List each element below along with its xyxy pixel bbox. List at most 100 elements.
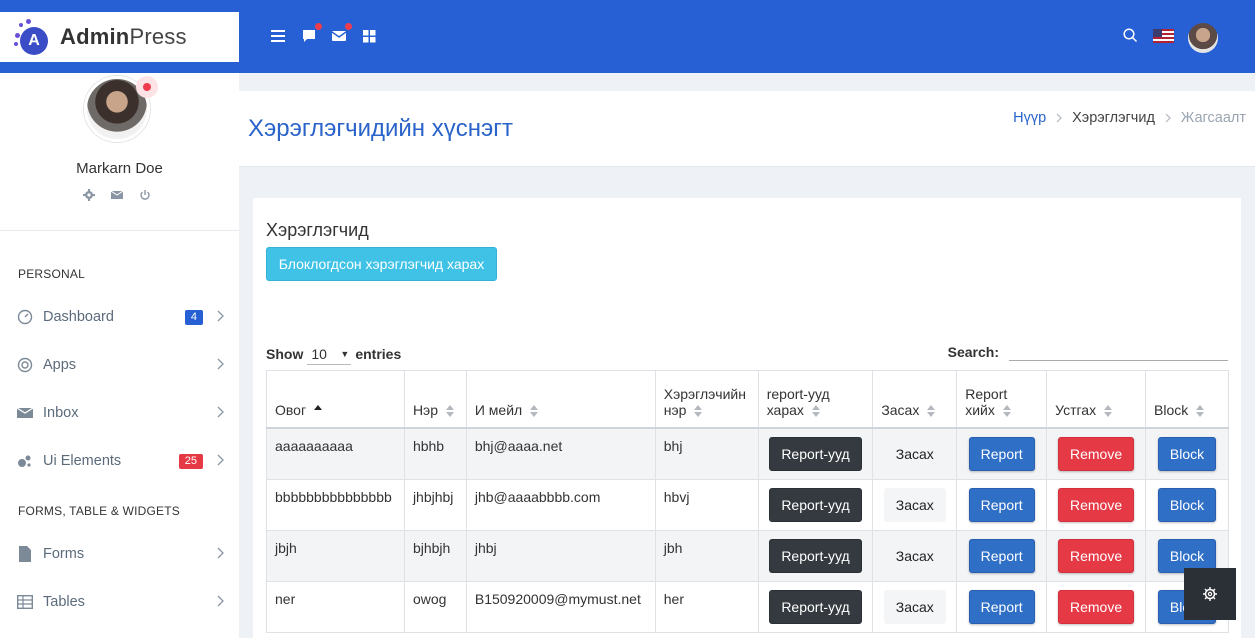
breadcrumb-users[interactable]: Хэрэглэгчид xyxy=(1072,110,1155,126)
logo-mark-icon: A xyxy=(14,19,50,55)
caret-down-icon: ▼ xyxy=(340,348,350,359)
sort-asc-icon xyxy=(314,404,323,417)
search-input[interactable] xyxy=(1009,343,1228,361)
sidebar-item-tables[interactable]: Tables xyxy=(0,582,239,622)
col-header-delete[interactable]: Устгах xyxy=(1046,370,1147,429)
remove-button[interactable]: Remove xyxy=(1058,487,1135,522)
page-titlebar: Хэрэглэгчидийн хүснэгт Нүүр Хэрэглэгчид … xyxy=(239,91,1255,167)
col-header-name[interactable]: Нэр xyxy=(403,370,467,429)
remove-button[interactable]: Remove xyxy=(1058,436,1135,471)
remove-button[interactable]: Remove xyxy=(1058,538,1135,573)
sort-icon xyxy=(1104,404,1113,417)
target-icon xyxy=(16,356,34,374)
cell-name: hbhb xyxy=(403,427,467,480)
sidebar-item-dashboard[interactable]: Dashboard 4 xyxy=(0,297,239,337)
sidebar-item-apps[interactable]: Apps xyxy=(0,345,239,385)
report-button[interactable]: Report xyxy=(968,538,1035,573)
nav-section-forms: FORMS, TABLE & WIDGETS xyxy=(18,504,180,518)
gear-icon xyxy=(1203,587,1217,601)
cell-username: bhj xyxy=(654,427,759,480)
view-reports-button[interactable]: Report-ууд xyxy=(769,538,862,573)
breadcrumb-list: Жагсаалт xyxy=(1180,110,1246,126)
report-button[interactable]: Report xyxy=(968,487,1035,522)
view-reports-button[interactable]: Report-ууд xyxy=(769,487,862,522)
report-button[interactable]: Report xyxy=(968,589,1035,624)
search-label: Search: xyxy=(947,344,999,360)
top-navbar: A AdminPress xyxy=(0,0,1255,73)
cell-email: jhbj xyxy=(465,529,656,582)
cell-lastname: ner xyxy=(266,580,405,633)
cell-lastname: bbbbbbbbbbbbbbb xyxy=(266,478,405,531)
profile-name[interactable]: Markarn Doe xyxy=(0,160,239,177)
block-button[interactable]: Block xyxy=(1157,436,1217,471)
view-blocked-users-button[interactable]: Блоклогдсон хэрэглэгчид харах xyxy=(266,247,497,281)
remove-button[interactable]: Remove xyxy=(1058,589,1135,624)
search-icon[interactable] xyxy=(1121,26,1139,44)
cell-email: jhb@aaaabbbb.com xyxy=(465,478,656,531)
menu-icon[interactable] xyxy=(270,27,288,45)
view-reports-button[interactable]: Report-ууд xyxy=(769,436,862,471)
card-title: Хэрэглэгчид xyxy=(266,220,369,240)
entries-select[interactable]: 10 ▼ xyxy=(307,343,352,365)
col-header-edit[interactable]: Засах xyxy=(872,370,958,429)
breadcrumb-home[interactable]: Нүүр xyxy=(1013,110,1046,126)
table-row: bbbbbbbbbbbbbbb jhbjhbj jhb@aaaabbbb.com… xyxy=(266,478,1229,531)
table-header-row: Овог Нэр И мейл Хэрэглэчийн нэр report-у… xyxy=(266,370,1229,429)
sort-icon xyxy=(1196,404,1205,417)
edit-button[interactable]: Засах xyxy=(884,437,946,471)
report-button[interactable]: Report xyxy=(968,436,1035,471)
sidebar-item-label: Ui Elements xyxy=(43,453,122,469)
view-reports-button[interactable]: Report-ууд xyxy=(769,589,862,624)
sort-icon xyxy=(1002,404,1011,417)
page-title: Хэрэглэгчидийн хүснэгт xyxy=(248,115,513,142)
col-header-view-reports[interactable]: report-ууд харах xyxy=(757,370,874,429)
sort-icon xyxy=(811,404,820,417)
gauge-icon xyxy=(16,308,34,326)
chevron-right-icon xyxy=(213,357,227,371)
col-header-username[interactable]: Хэрэглэчийн нэр xyxy=(654,370,759,429)
file-icon xyxy=(16,545,34,563)
mail-icon[interactable] xyxy=(330,23,352,45)
chat-icon[interactable] xyxy=(300,23,322,45)
chevron-right-icon xyxy=(213,546,227,560)
settings-fab-button[interactable] xyxy=(1184,568,1236,620)
sidebar-item-label: Dashboard xyxy=(43,309,114,325)
gear-icon[interactable] xyxy=(82,188,96,202)
table-row: jbjh bjhbjh jhbj jbh Report-ууд Засах Re… xyxy=(266,529,1229,582)
cell-name: bjhbjh xyxy=(403,529,467,582)
sort-icon xyxy=(694,404,703,417)
dashboard-badge: 4 xyxy=(184,310,203,325)
entries-label: entries xyxy=(355,346,402,362)
user-avatar[interactable] xyxy=(1188,23,1218,53)
cell-lastname: jbjh xyxy=(266,529,405,582)
edit-button[interactable]: Засах xyxy=(883,487,946,522)
chevron-right-icon xyxy=(213,309,227,323)
col-header-lastname[interactable]: Овог xyxy=(266,370,405,429)
cell-email: B150920009@mymust.net xyxy=(465,580,656,633)
cell-email: bhj@aaaa.net xyxy=(465,427,656,480)
brand-logo[interactable]: A AdminPress xyxy=(0,12,239,62)
notification-dot xyxy=(315,23,322,30)
sort-icon xyxy=(445,404,454,417)
col-header-email[interactable]: И мейл xyxy=(465,370,656,429)
table-row: ner owog B150920009@mymust.net her Repor… xyxy=(266,580,1229,633)
block-button[interactable]: Block xyxy=(1157,487,1217,522)
table-icon xyxy=(16,593,34,611)
col-header-block[interactable]: Block xyxy=(1145,370,1229,429)
sidebar-item-inbox[interactable]: Inbox xyxy=(0,393,239,433)
grid-icon[interactable] xyxy=(360,27,378,45)
cell-username: jbh xyxy=(654,529,759,582)
us-flag-icon[interactable] xyxy=(1153,29,1174,43)
mail-icon[interactable] xyxy=(110,188,124,202)
power-icon[interactable] xyxy=(138,188,152,202)
edit-button[interactable]: Засах xyxy=(883,589,946,624)
sidebar: Markarn Doe PERSONAL Dashboard 4 Apps In… xyxy=(0,73,239,638)
chevron-right-icon xyxy=(213,594,227,608)
sidebar-item-ui-elements[interactable]: Ui Elements 25 xyxy=(0,441,239,481)
sidebar-item-label: Forms xyxy=(43,546,85,562)
col-header-make-report[interactable]: Report хийх xyxy=(956,370,1048,429)
sidebar-profile: Markarn Doe xyxy=(0,73,239,231)
bubbles-icon xyxy=(16,452,34,470)
sidebar-item-forms[interactable]: Forms xyxy=(0,534,239,574)
edit-button[interactable]: Засах xyxy=(884,539,946,573)
